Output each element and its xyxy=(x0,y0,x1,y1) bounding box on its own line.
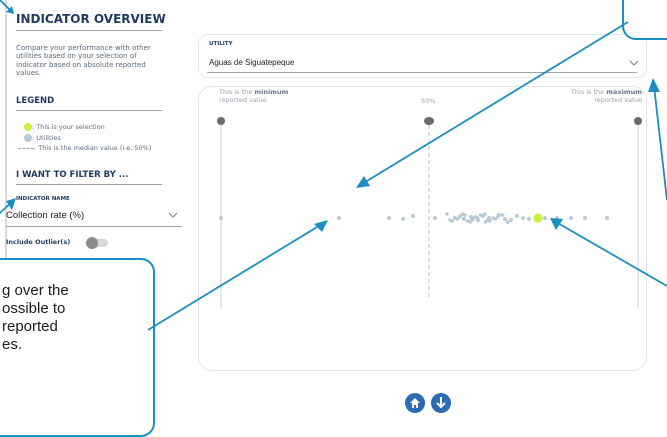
annotation-arrows xyxy=(0,21,667,331)
arrow-to-selection xyxy=(555,221,667,287)
home-icon xyxy=(410,398,420,408)
arrow-to-utility-card xyxy=(653,85,667,201)
arrow-to-chart xyxy=(361,21,629,185)
arrow-down-icon xyxy=(436,397,446,409)
arrow-to-dot xyxy=(147,223,323,331)
home-button[interactable] xyxy=(405,393,425,413)
scroll-down-button[interactable] xyxy=(431,393,451,413)
